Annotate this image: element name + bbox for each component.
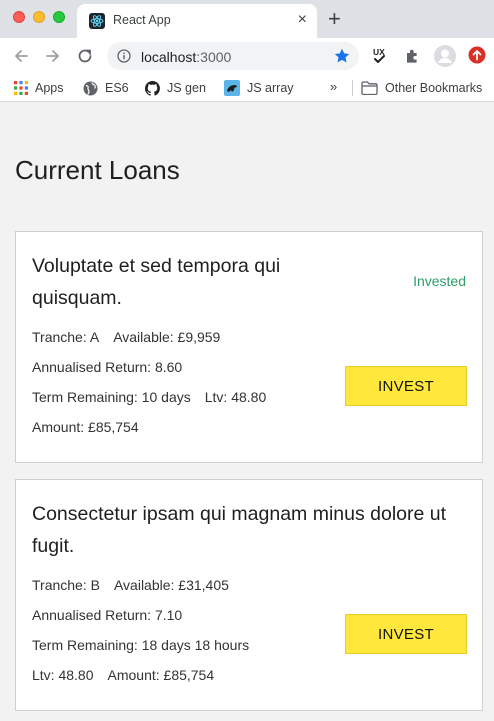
loan-annualised-return: Annualised Return: 8.60 [32,359,183,375]
update-arrow-icon[interactable] [468,46,486,64]
loan-ltv: Ltv: 48.80 [32,667,94,683]
loan-ltv: Ltv: 48.80 [204,389,267,405]
window-minimize-control[interactable] [33,11,45,23]
loan-meta-row-term: Term Remaining: 18 days 18 hours [32,637,249,653]
browser-toolbar: localhost:3000 UX [0,38,494,74]
bookmark-label: ES6 [105,81,129,95]
globe-icon [83,81,98,95]
loan-meta-row-return: Annualised Return: 7.10 [32,607,182,623]
loan-title: Voluptate et sed tempora qui quisquam. [32,255,281,309]
bookmark-apps[interactable]: Apps [14,80,64,96]
bookmark-js-gen[interactable]: JS gen [145,80,206,96]
forward-arrow-icon[interactable] [43,46,63,66]
invest-button[interactable]: INVEST [345,614,467,654]
loan-tranche: Tranche: B [32,577,100,593]
loan-meta-row-tranche: Tranche: A Available: £9,959 [32,329,220,345]
ux-extension-icon[interactable]: UX [370,46,390,66]
url-text: localhost:3000 [141,49,231,65]
loan-annualised-return: Annualised Return: 7.10 [32,607,183,623]
bookmark-es6[interactable]: ES6 [83,80,129,96]
loan-tranche: Tranche: A [32,329,100,345]
bookmark-label: Other Bookmarks [385,81,483,95]
bookmark-label: JS gen [167,81,206,95]
loan-card: Consectetur ipsam qui magnam minus dolor… [15,479,483,711]
bookmark-other-bookmarks[interactable]: Other Bookmarks [361,80,482,96]
react-logo-icon [89,13,105,29]
page-title: Current Loans [15,155,180,185]
tab-title: React App [113,13,171,27]
loan-meta-row-return: Annualised Return: 8.60 [32,359,182,375]
bookmark-js-array[interactable]: JS array [224,80,294,96]
site-info-icon[interactable] [117,49,131,63]
profile-avatar-icon[interactable] [433,44,457,68]
bookmarks-bar: Apps ES6 JS gen JS array » Other Bookmar… [0,74,494,102]
loan-amount: Amount: £85,754 [107,667,215,683]
github-icon [145,80,160,96]
loan-term-remaining: Term Remaining: 18 days 18 hours [32,637,250,653]
loan-title: Consectetur ipsam qui magnam minus dolor… [32,503,447,557]
loan-meta-row-amount: Amount: £85,754 [32,419,139,435]
invested-status-label: Invested [413,273,466,289]
bookmarks-divider [352,80,353,96]
loan-meta-row-tranche: Tranche: B Available: £31,405 [32,577,229,593]
browser-tab-strip: React App × + [0,0,494,38]
invest-button[interactable]: INVEST [345,366,467,406]
folder-icon [361,81,378,95]
window-close-control[interactable] [13,11,25,23]
address-bar[interactable]: localhost:3000 [107,42,359,70]
apps-grid-icon [14,81,28,95]
loan-available: Available: £31,405 [113,577,229,593]
tab-close-icon[interactable]: × [298,11,307,29]
bookmarks-overflow-chevron-icon[interactable]: » [330,79,337,94]
loan-meta-row-ltv: Ltv: 48.80 Amount: £85,754 [32,667,214,683]
window-zoom-control[interactable] [53,11,65,23]
loan-term-remaining: Term Remaining: 10 days [32,389,191,405]
url-port: :3000 [196,49,232,65]
loan-amount: Amount: £85,754 [32,419,139,435]
loan-available: Available: £9,959 [113,329,221,345]
loan-card: Voluptate et sed tempora qui quisquam. I… [15,231,483,463]
new-tab-button[interactable]: + [328,6,341,32]
bookmark-label: Apps [35,81,64,95]
browser-tab-active[interactable]: React App × [77,4,317,38]
url-host: localhost [141,49,197,65]
bookmark-star-icon[interactable] [333,47,351,65]
bookmark-favicon-icon [224,80,240,96]
extensions-puzzle-icon[interactable] [403,46,423,66]
reload-icon[interactable] [75,46,95,66]
bookmark-label: JS array [247,81,294,95]
back-arrow-icon[interactable] [11,46,31,66]
loan-meta-row-term: Term Remaining: 10 days Ltv: 48.80 [32,389,266,405]
